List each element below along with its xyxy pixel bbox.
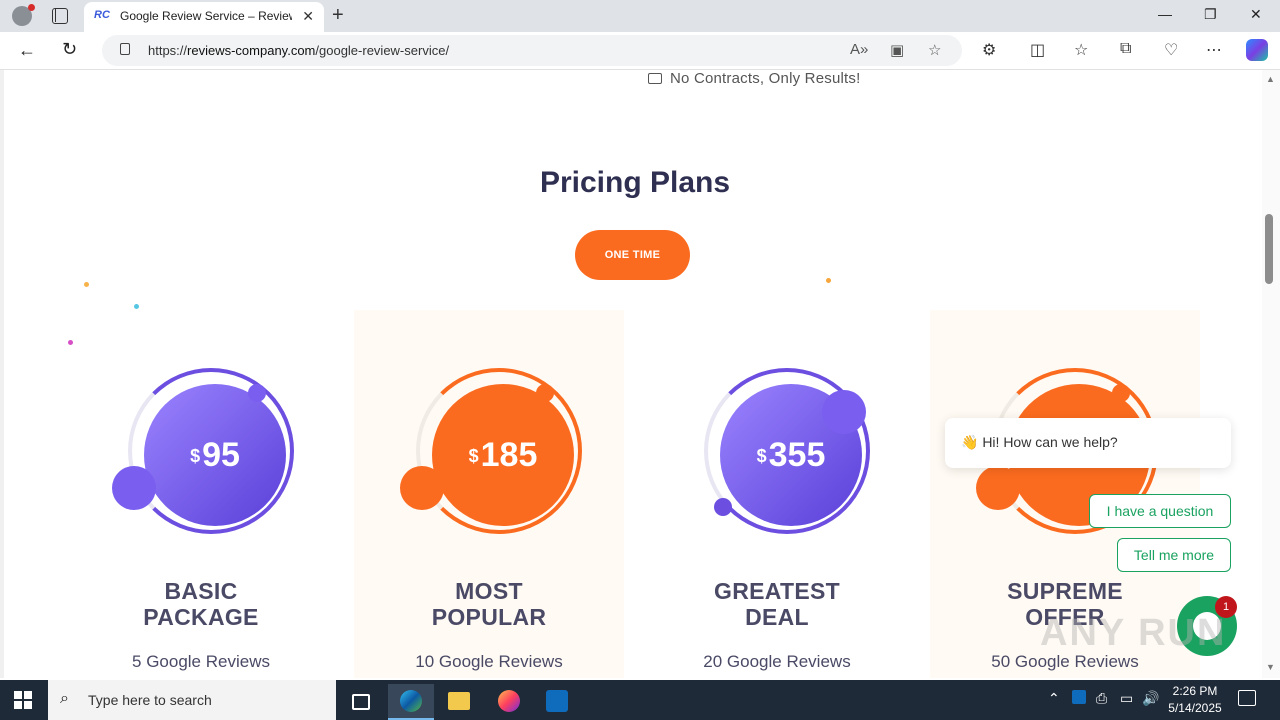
tray-outlook-icon[interactable]: [1072, 690, 1086, 704]
scroll-up-icon[interactable]: ▲: [1266, 74, 1275, 84]
edge-taskbar-icon[interactable]: [388, 684, 434, 720]
close-window-icon[interactable]: ✕: [1250, 6, 1262, 23]
immersive-reader-icon[interactable]: ▣: [890, 41, 904, 59]
decor-bubble: [536, 384, 554, 402]
back-icon[interactable]: ←: [18, 40, 36, 61]
confetti-dot: [826, 278, 831, 283]
decor-bubble: [714, 498, 732, 516]
chat-option-question-button[interactable]: I have a question: [1089, 494, 1231, 528]
tab-title: Google Review Service – Reviews: [120, 9, 292, 23]
profile-icon[interactable]: [12, 4, 35, 26]
more-menu-icon[interactable]: ⋯: [1206, 40, 1222, 60]
plan-reviews: 10 Google Reviews: [415, 652, 563, 671]
plan-card-basic: $95 BASIC PACKAGE 5 Google Reviews: [66, 310, 336, 678]
confetti-dot: [134, 304, 139, 309]
site-favicon-icon: RC: [94, 9, 110, 21]
plan-price: $185: [468, 436, 538, 474]
plan-name: GREATEST DEAL: [714, 578, 840, 630]
minimize-icon[interactable]: —: [1158, 6, 1172, 22]
read-aloud-icon[interactable]: A»: [850, 41, 868, 58]
restore-icon[interactable]: ❐: [1204, 6, 1217, 23]
lock-icon[interactable]: [120, 43, 130, 55]
contract-icon: [648, 73, 662, 84]
taskbar-search-box[interactable]: ⌕ Type here to search: [48, 680, 336, 720]
anyrun-watermark: ANY RUN: [1040, 612, 1227, 654]
tray-overflow-icon[interactable]: ⌃: [1048, 690, 1060, 707]
decor-bubble: [112, 466, 156, 510]
decor-bubble: [822, 390, 866, 434]
file-explorer-taskbar-icon[interactable]: [436, 684, 482, 720]
network-icon[interactable]: ▭: [1120, 690, 1133, 707]
windows-taskbar: ⌕ Type here to search ⌃ ⎙ ▭ 🔊 2:26 PM 5/…: [0, 680, 1280, 720]
extensions-icon[interactable]: ⚙: [982, 40, 996, 60]
search-icon: ⌕: [60, 690, 69, 707]
favorite-star-icon[interactable]: ☆: [928, 41, 941, 59]
outlook-taskbar-icon[interactable]: [534, 684, 580, 720]
taskbar-clock[interactable]: 2:26 PM 5/14/2025: [1160, 683, 1230, 717]
chat-greeting-bubble[interactable]: 👋 Hi! How can we help?: [945, 418, 1231, 468]
split-screen-icon[interactable]: ◫: [1030, 40, 1045, 60]
page-viewport: No Contracts, Only Results! Pricing Plan…: [0, 70, 1262, 678]
page-scrollbar[interactable]: ▲ ▼: [1262, 70, 1280, 678]
notification-icon[interactable]: [1238, 690, 1256, 706]
scroll-down-icon[interactable]: ▼: [1266, 662, 1275, 672]
plan-reviews: 50 Google Reviews: [991, 652, 1139, 671]
tray-device-icon[interactable]: ⎙: [1096, 690, 1107, 707]
browser-essentials-icon[interactable]: ♡: [1164, 40, 1178, 60]
plan-name: BASIC PACKAGE: [143, 578, 259, 630]
plan-reviews: 20 Google Reviews: [703, 652, 851, 671]
tab-close-icon[interactable]: ✕: [302, 8, 314, 25]
decor-bubble: [248, 384, 266, 402]
collections-icon[interactable]: ⧉: [1120, 40, 1131, 58]
new-tab-icon[interactable]: +: [332, 4, 344, 27]
chat-greeting-text: 👋 Hi! How can we help?: [961, 434, 1118, 450]
one-time-toggle-button[interactable]: ONE TIME: [575, 230, 690, 280]
decor-bubble: [400, 466, 444, 510]
price-circle: $95: [144, 384, 286, 526]
plan-price: $95: [190, 436, 240, 474]
favorites-icon[interactable]: ☆: [1074, 40, 1088, 60]
decor-bubble: [1112, 384, 1130, 402]
url-text[interactable]: https://reviews-company.com/google-revie…: [148, 43, 449, 58]
chat-option-tell-more-button[interactable]: Tell me more: [1117, 538, 1231, 572]
windows-start-icon[interactable]: [14, 691, 32, 709]
volume-icon[interactable]: 🔊: [1142, 690, 1159, 707]
plan-card-popular: $185 MOST POPULAR 10 Google Reviews: [354, 310, 624, 678]
scroll-thumb[interactable]: [1265, 214, 1273, 284]
browser-tab[interactable]: RC Google Review Service – Reviews ✕: [84, 2, 324, 32]
address-bar[interactable]: https://reviews-company.com/google-revie…: [102, 35, 962, 66]
reload-icon[interactable]: ↻: [62, 39, 77, 60]
price-ring: $95: [128, 368, 294, 534]
tab-actions-icon[interactable]: [52, 8, 68, 24]
plan-reviews: 5 Google Reviews: [132, 652, 270, 671]
no-contracts-text: No Contracts, Only Results!: [648, 70, 860, 87]
copilot-icon[interactable]: [1246, 39, 1268, 61]
section-title: Pricing Plans: [539, 166, 731, 199]
confetti-dot: [84, 282, 89, 287]
task-view-icon[interactable]: [338, 684, 384, 720]
browser-navbar: ← ↻ https://reviews-company.com/google-r…: [0, 32, 1280, 70]
browser-titlebar: RC Google Review Service – Reviews ✕ + —…: [0, 0, 1280, 32]
plan-price: $355: [756, 436, 826, 474]
taskbar-search-placeholder: Type here to search: [88, 692, 212, 708]
price-ring: $185: [416, 368, 582, 534]
plan-name: MOST POPULAR: [431, 578, 547, 630]
firefox-taskbar-icon[interactable]: [486, 684, 532, 720]
decor-bubble: [976, 466, 1020, 510]
plan-card-greatest: $355 GREATEST DEAL 20 Google Reviews: [642, 310, 912, 678]
price-circle: $185: [432, 384, 574, 526]
